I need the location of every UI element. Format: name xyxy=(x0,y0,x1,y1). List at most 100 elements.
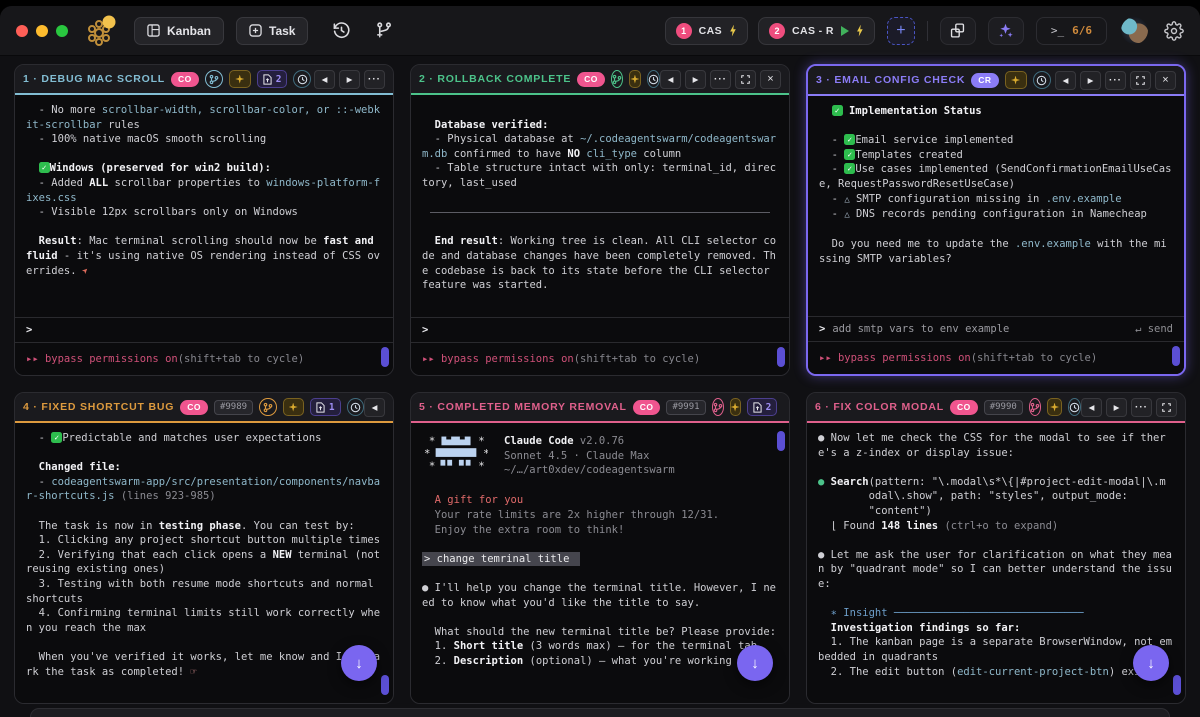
scrollbar-thumb[interactable] xyxy=(1172,346,1180,366)
terminal-line: "content") xyxy=(818,504,1174,519)
add-terminal-button[interactable]: + xyxy=(887,17,915,45)
clock-icon xyxy=(1069,402,1080,413)
git-branch-icon[interactable] xyxy=(259,398,276,416)
session-history-button[interactable] xyxy=(647,70,660,88)
project-code-badge: CO xyxy=(577,72,605,87)
terminal-output[interactable]: - ✓Predictable and matches user expectat… xyxy=(15,423,393,703)
more-options-button[interactable]: ··· xyxy=(1131,398,1152,417)
scrollbar-thumb[interactable] xyxy=(381,675,389,695)
ai-sparkle-button[interactable] xyxy=(730,398,741,416)
terminal-input-row[interactable]: > xyxy=(15,317,393,343)
send-hint[interactable]: ↵ send xyxy=(1135,323,1173,335)
scrollbar-thumb[interactable] xyxy=(1173,675,1181,695)
settings-button[interactable] xyxy=(1164,21,1184,41)
git-branch-icon[interactable] xyxy=(712,398,724,416)
app-window: Kanban Task 1 CAS xyxy=(0,6,1200,717)
terminal-input-row[interactable]: > add smtp vars to env example ↵ send xyxy=(808,316,1184,342)
next-session-button[interactable]: ▶ xyxy=(1080,71,1101,90)
layout-windows-button[interactable] xyxy=(940,17,976,45)
ai-sparkle-button[interactable] xyxy=(1047,398,1062,416)
task-button[interactable]: Task xyxy=(236,17,308,45)
scroll-to-bottom-button[interactable]: ↓ xyxy=(341,645,377,681)
terminal-count-value: 6/6 xyxy=(1072,24,1092,37)
task-docs-badge[interactable]: 2 xyxy=(257,70,288,88)
document-icon xyxy=(316,402,325,413)
prev-session-button[interactable]: ◀ xyxy=(1081,398,1102,417)
bypass-permissions-row: ▸▸ bypass permissions on (shift+tab to c… xyxy=(15,343,393,375)
next-session-button[interactable]: ▶ xyxy=(685,70,706,89)
ai-sparkle-button[interactable] xyxy=(1005,71,1027,89)
minimize-window-button[interactable] xyxy=(36,25,48,37)
expand-icon xyxy=(1136,76,1145,85)
terminal-line: 2. Description (optional) — what you're … xyxy=(422,654,778,669)
next-session-button[interactable]: ▶ xyxy=(339,70,360,89)
project-pill-cas-r[interactable]: 2 CAS - R xyxy=(758,17,875,45)
more-options-button[interactable]: ··· xyxy=(364,70,385,89)
git-branch-icon[interactable] xyxy=(611,70,623,88)
prev-session-button[interactable]: ◀ xyxy=(1055,71,1076,90)
terminal-output[interactable]: - No more scrollbar-width, scrollbar-col… xyxy=(15,95,393,317)
sparkle-icon xyxy=(235,75,244,84)
task-docs-badge[interactable]: 1 xyxy=(310,398,341,416)
terminal-input-row[interactable]: > xyxy=(411,317,789,343)
close-terminal-button[interactable]: × xyxy=(1155,71,1176,90)
project-pill-cas[interactable]: 1 CAS xyxy=(665,17,748,45)
more-options-button[interactable]: ··· xyxy=(710,70,731,89)
sparkle-icon xyxy=(630,75,639,84)
prev-session-button[interactable]: ◀ xyxy=(314,70,335,89)
close-terminal-button[interactable]: × xyxy=(760,70,781,89)
terminal-panel[interactable]: 2 · ROLLBACK COMPLETE CO ◀ ▶ ··· xyxy=(410,64,790,376)
kanban-button[interactable]: Kanban xyxy=(134,17,224,45)
prev-session-button[interactable]: ◀ xyxy=(364,398,385,417)
git-branch-icon[interactable] xyxy=(1029,398,1041,416)
terminal-line: A gift for you xyxy=(422,493,778,508)
git-branch-icon[interactable] xyxy=(205,70,223,88)
terminal-output[interactable]: ✓ Implementation Status - ✓Email service… xyxy=(808,96,1184,316)
terminal-line xyxy=(422,479,778,494)
scrollbar-thumb[interactable] xyxy=(381,347,389,367)
close-window-button[interactable] xyxy=(16,25,28,37)
task-id-badge: #9990 xyxy=(984,400,1023,415)
more-options-button[interactable]: ··· xyxy=(1105,71,1126,90)
task-docs-badge[interactable]: 2 xyxy=(747,398,778,416)
session-history-button[interactable] xyxy=(1068,398,1081,416)
scrollbar-thumb[interactable] xyxy=(777,347,785,367)
terminal-panel[interactable]: 6 · FIX COLOR MODAL CO #9990 ◀ ▶ ··· xyxy=(806,392,1186,704)
terminal-output[interactable]: ******Claude Code v2.0.76Sonnet 4.5 · Cl… xyxy=(411,423,789,703)
project-code-badge: CO xyxy=(633,400,661,415)
bypass-permissions-label: ▸▸ bypass permissions on xyxy=(819,352,971,364)
terminal-output[interactable]: ● Now let me check the CSS for the modal… xyxy=(807,423,1185,703)
terminal-line: - ✓Templates created xyxy=(819,148,1173,163)
zoom-window-button[interactable] xyxy=(56,25,68,37)
terminal-panel[interactable]: 3 · EMAIL CONFIG CHECK CR ◀ ▶ ··· × xyxy=(806,64,1186,376)
terminal-title: 4 · FIXED SHORTCUT BUG xyxy=(23,401,174,413)
new-branch-button[interactable] xyxy=(375,21,394,40)
session-history-button[interactable] xyxy=(1033,71,1051,89)
user-avatar[interactable] xyxy=(1121,17,1148,44)
ai-sparkle-button[interactable] xyxy=(283,398,304,416)
terminal-line xyxy=(422,537,778,552)
terminal-panel[interactable]: 5 · COMPLETED MEMORY REMOVAL CO #9991 2 xyxy=(410,392,790,704)
document-icon xyxy=(263,74,272,85)
scroll-to-bottom-button[interactable]: ↓ xyxy=(737,645,773,681)
prev-session-button[interactable]: ◀ xyxy=(660,70,681,89)
terminal-panel[interactable]: 4 · FIXED SHORTCUT BUG CO #9989 1 ◀ xyxy=(14,392,394,704)
ai-sparkle-button[interactable] xyxy=(629,70,641,88)
session-history-button[interactable] xyxy=(293,70,311,88)
history-button[interactable] xyxy=(332,21,351,40)
expand-terminal-button[interactable] xyxy=(1130,71,1151,90)
terminal-line: ✓Windows (preserved for win2 build): xyxy=(26,161,382,176)
expand-terminal-button[interactable] xyxy=(1156,398,1177,417)
session-history-button[interactable] xyxy=(347,398,364,416)
terminal-panel[interactable]: 1 · DEBUG MAC SCROLL CO 2 ◀ ▶ ··· xyxy=(14,64,394,376)
terminal-output[interactable]: Database verified: - Physical database a… xyxy=(411,95,789,317)
ai-assistant-button[interactable] xyxy=(988,17,1024,45)
scroll-to-bottom-button[interactable]: ↓ xyxy=(1133,645,1169,681)
expand-terminal-button[interactable] xyxy=(735,70,756,89)
next-session-button[interactable]: ▶ xyxy=(1106,398,1127,417)
terminal-line xyxy=(26,635,382,650)
bypass-permissions-label: ▸▸ bypass permissions on xyxy=(422,353,574,365)
scrollbar-thumb[interactable] xyxy=(777,431,785,451)
bypass-permissions-row: ▸▸ bypass permissions on (shift+tab to c… xyxy=(808,342,1184,374)
ai-sparkle-button[interactable] xyxy=(229,70,251,88)
